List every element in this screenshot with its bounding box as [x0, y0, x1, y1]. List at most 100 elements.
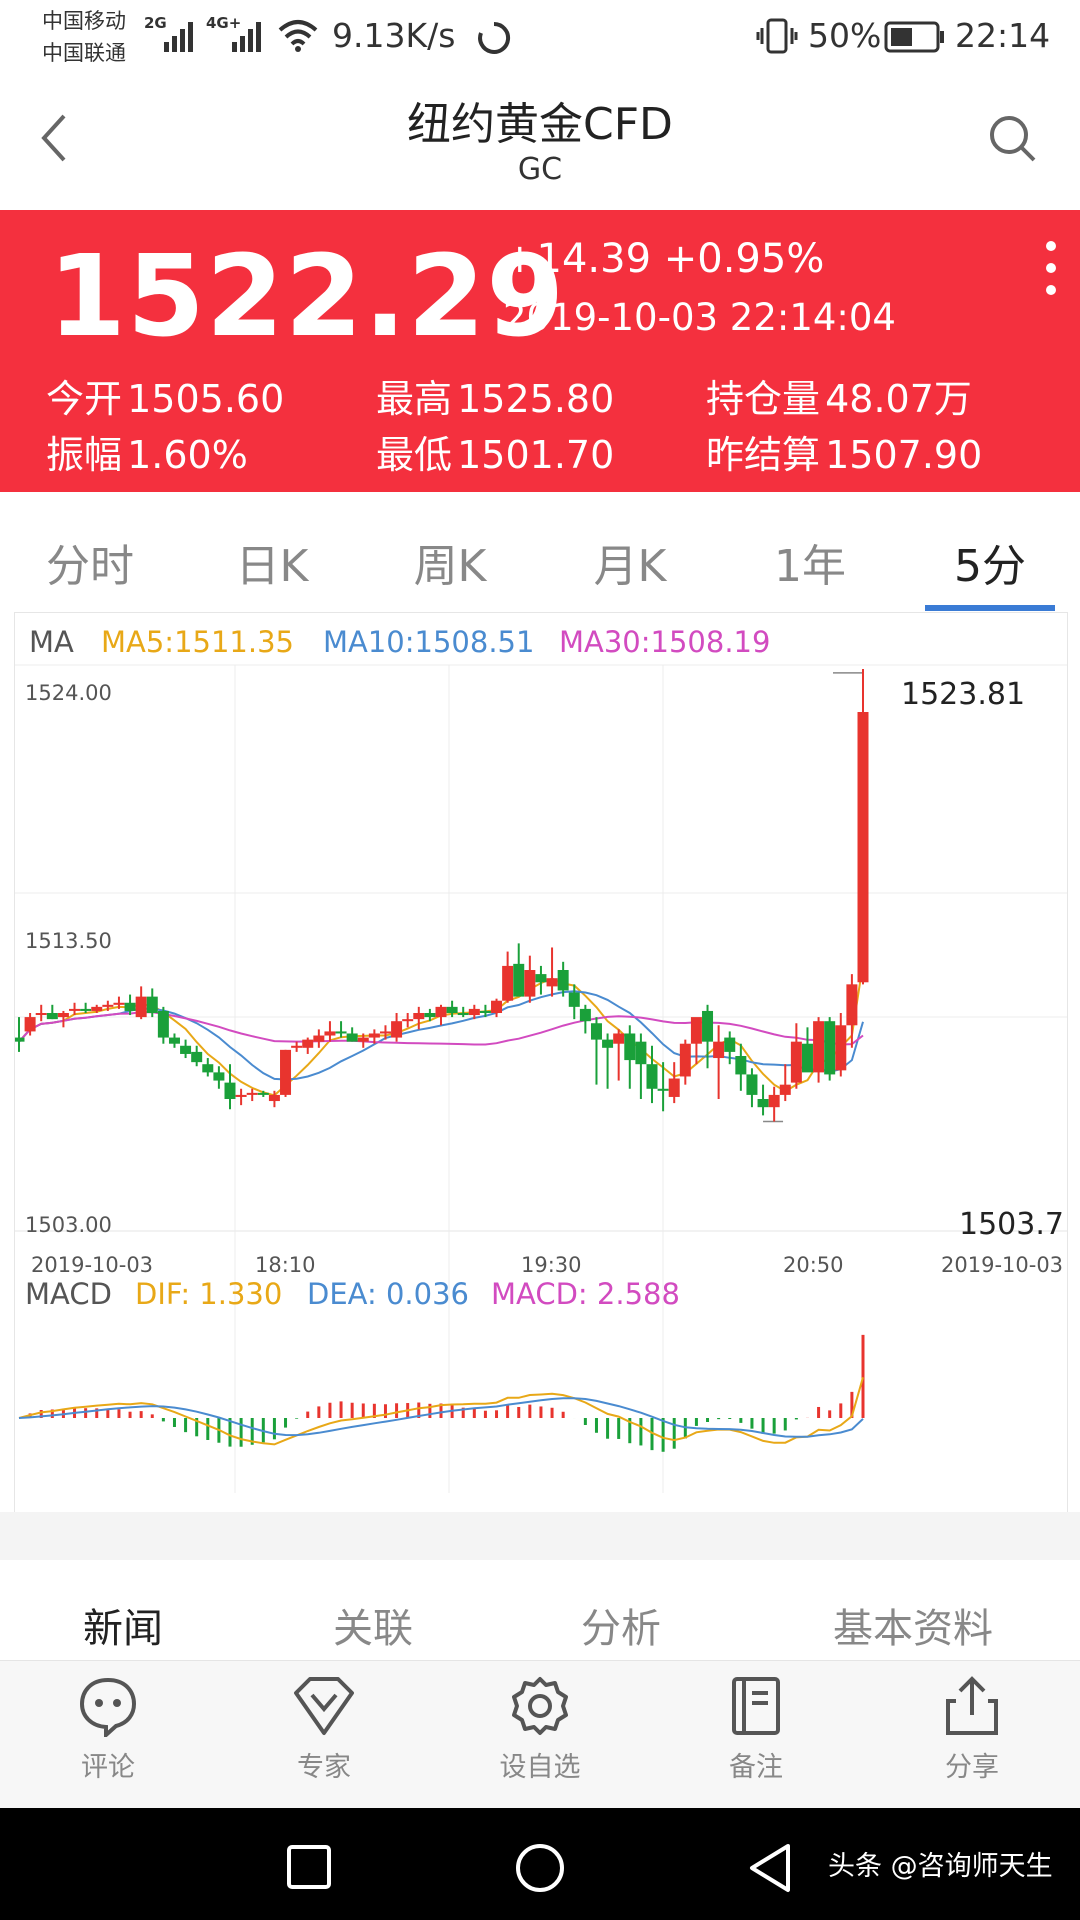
- candle-body: [713, 1041, 725, 1059]
- tab-1-year[interactable]: 1年: [730, 530, 890, 594]
- candle-body: [790, 1041, 802, 1083]
- recent-apps-icon[interactable]: [286, 1844, 332, 1890]
- candle-body: [180, 1045, 192, 1054]
- candle-body: [602, 1039, 614, 1048]
- candle-body: [302, 1039, 314, 1048]
- candle-body: [202, 1064, 214, 1073]
- candle-body: [613, 1033, 625, 1044]
- candle-body: [213, 1072, 225, 1081]
- quote-panel: 1522.29 +14.39 +0.95% 2019-10-03 22:14:0…: [0, 210, 1080, 492]
- tab-related[interactable]: 关联: [258, 1596, 488, 1654]
- price-change: +14.39 +0.95%: [503, 236, 825, 282]
- candle-body: [690, 1017, 702, 1044]
- macd-legend: MACD: 2.588: [491, 1277, 680, 1311]
- tab-timeshare[interactable]: 分时: [10, 530, 170, 594]
- tab-analysis[interactable]: 分析: [506, 1596, 736, 1654]
- candle-body: [157, 1010, 169, 1038]
- comment-button[interactable]: 评论: [8, 1675, 208, 1784]
- search-icon[interactable]: [988, 114, 1038, 164]
- candle-body: [357, 1037, 369, 1042]
- candle-body: [768, 1094, 780, 1108]
- share-icon: [946, 1676, 998, 1735]
- tab-5-min[interactable]: 5分: [910, 530, 1070, 594]
- battery-percent: 50%: [808, 16, 882, 55]
- candle-body: [546, 978, 558, 987]
- candle-body: [724, 1037, 736, 1052]
- candle-body: [391, 1021, 403, 1038]
- stat-label: 今开: [46, 377, 123, 421]
- home-icon[interactable]: [514, 1842, 566, 1894]
- candle-body: [35, 1013, 47, 1016]
- net-speed: 9.13K/s: [332, 16, 456, 55]
- candle-body: [80, 1008, 92, 1011]
- status-bar: 中国移动 中国联通 2G 4G+ 9.13K/s 50% 22:14: [0, 0, 1080, 76]
- candle-body: [824, 1021, 836, 1075]
- tab-month-k[interactable]: 月K: [550, 530, 710, 594]
- candle-body: [590, 1023, 602, 1040]
- candle-body: [468, 1008, 480, 1016]
- stat-open-interest: 持仓量 48.07万: [706, 368, 972, 423]
- quote-time: 2019-10-03 22:14:04: [503, 296, 896, 339]
- candle-body: [657, 1088, 669, 1091]
- ma-lines: [18, 672, 864, 1123]
- wifi-icon: [278, 20, 318, 52]
- x-tick-2: 19:30: [521, 1253, 582, 1277]
- note-button[interactable]: 备注: [656, 1675, 856, 1784]
- gear-icon: [512, 1677, 568, 1735]
- candle-body: [168, 1037, 180, 1044]
- x-tick-0: 2019-10-03: [31, 1253, 154, 1277]
- candle-body: [646, 1064, 658, 1089]
- back-nav-icon[interactable]: [746, 1842, 794, 1894]
- candle-body: [624, 1033, 636, 1061]
- candle-body: [735, 1056, 747, 1075]
- period-tabs: 分时 日K 周K 月K 1年 5分: [0, 492, 1080, 611]
- add-watchlist-button[interactable]: 设自选: [440, 1675, 640, 1784]
- candle-body: [457, 1013, 469, 1016]
- min-price-label: 1503.77: [959, 1207, 1065, 1242]
- stat-label: 最高: [376, 377, 453, 421]
- candle-body: [524, 970, 536, 997]
- system-nav-bar: 头条 @咨询师天生: [0, 1808, 1080, 1920]
- x-tick-4: 2019-10-03: [941, 1253, 1064, 1277]
- comment-label: 评论: [81, 1752, 135, 1783]
- candle-body: [57, 1013, 69, 1018]
- tab-day-k[interactable]: 日K: [192, 530, 352, 594]
- more-icon[interactable]: [1044, 238, 1058, 298]
- stat-amplitude: 振幅 1.60%: [46, 424, 248, 479]
- kline-chart[interactable]: MA MA5:1511.35 MA10:1508.51 MA30:1508.19…: [14, 612, 1068, 1514]
- max-price-label: 1523.81: [901, 677, 1026, 712]
- candle-body: [579, 1008, 591, 1022]
- tab-news[interactable]: 新闻: [8, 1596, 238, 1654]
- candle-body: [24, 1017, 36, 1032]
- chart-canvas: [15, 664, 1067, 1493]
- page-subtitle: GC: [517, 152, 563, 187]
- candle-body: [15, 1037, 25, 1042]
- candle-body: [535, 974, 547, 983]
- stat-low: 最低 1501.70: [376, 424, 614, 479]
- macd-prefix: MACD: [25, 1277, 112, 1311]
- candle-body: [257, 1092, 269, 1095]
- macd-area: [18, 1334, 865, 1452]
- candle-body: [335, 1031, 347, 1034]
- candle-body: [813, 1021, 825, 1073]
- candle-body: [113, 1002, 125, 1005]
- share-button[interactable]: 分享: [872, 1675, 1072, 1784]
- app-header: 纽约黄金CFD GC: [0, 76, 1080, 210]
- candle-body: [513, 963, 525, 997]
- signal-icon-1: [164, 22, 193, 52]
- tab-fundamentals[interactable]: 基本资料: [798, 1596, 1028, 1654]
- tab-week-k[interactable]: 周K: [370, 530, 530, 594]
- candle-body: [146, 996, 158, 1013]
- candle-body: [835, 1025, 847, 1071]
- section-gap: [0, 1512, 1080, 1560]
- expert-button[interactable]: 专家: [224, 1675, 424, 1784]
- candle-body: [424, 1013, 436, 1018]
- active-tab-indicator: [925, 605, 1055, 611]
- stat-label: 昨结算: [706, 433, 821, 477]
- diamond-icon: [294, 1677, 354, 1735]
- stat-value: 48.07万: [825, 377, 972, 421]
- stat-high: 最高 1525.80: [376, 368, 614, 423]
- status-time: 22:14: [955, 16, 1051, 55]
- candle-body: [679, 1043, 691, 1077]
- candle-body: [746, 1074, 758, 1095]
